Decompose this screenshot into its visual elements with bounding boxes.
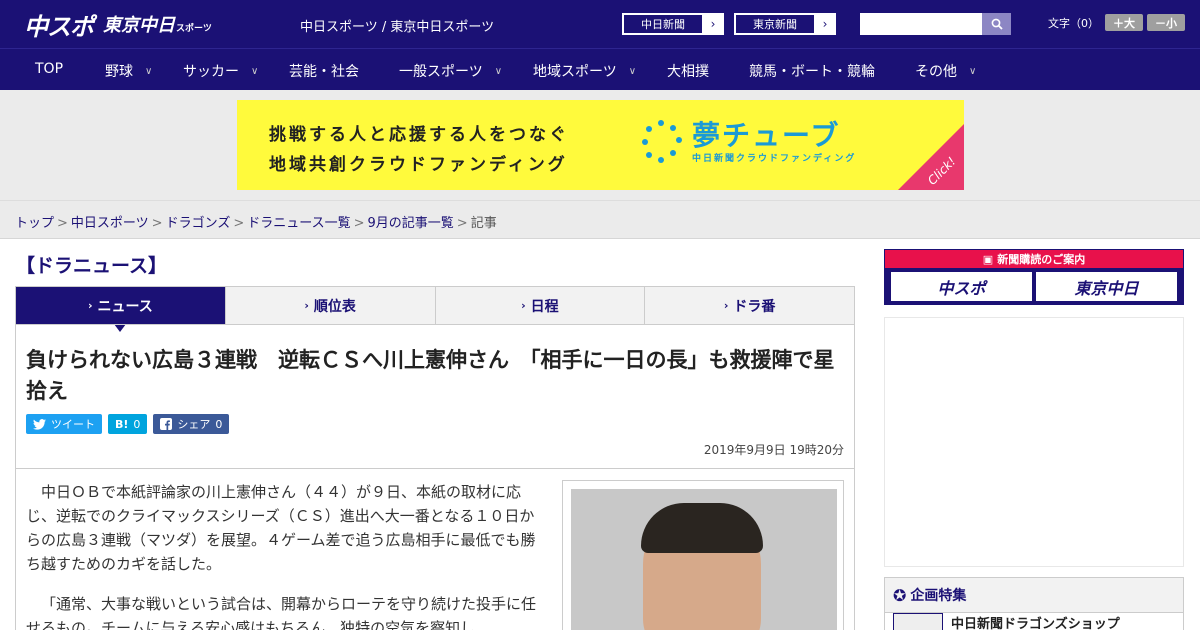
feature-box: ✪ 企画特集 中日新聞ドラゴンズショップ (884, 577, 1184, 630)
chevron-down-icon: ∨ (145, 65, 153, 77)
tokyo-chunichi-subscribe-logo[interactable]: 東京中日 (1036, 272, 1177, 301)
article-date: 2019年9月9日 19時20分 (703, 443, 844, 457)
nav-item-sumo[interactable]: 大相撲 (667, 61, 709, 81)
chevron-right-icon: › (304, 299, 309, 312)
chevron-right-icon: › (710, 17, 716, 31)
search-button[interactable] (982, 13, 1011, 35)
font-size-label: 文字（0） (1048, 16, 1099, 30)
yume-tube-logo: 夢チューブ 中日新聞クラウドファンディング (642, 120, 856, 164)
feature-thumbnail (893, 613, 943, 630)
paper-button-label: 中日新聞 (623, 14, 703, 34)
search-input[interactable] (860, 13, 982, 35)
tab-schedule[interactable]: › 日程 (434, 287, 645, 324)
nav-item-general-sports[interactable]: 一般スポーツ ∨ (399, 61, 502, 81)
article: 負けられない広島３連戦 逆転ＣＳへ川上憲伸さん 「相手に一日の長」も救援陣で星拾… (15, 324, 855, 630)
article-body: 中日ＯＢで本紙評論家の川上憲伸さん（４４）が９日、本紙の取材に応じ、逆転でのクラ… (26, 480, 541, 630)
award-ribbon-icon: ✪ (893, 585, 907, 605)
feature-item[interactable]: 中日新聞ドラゴンズショップ (885, 613, 1183, 630)
logo-chuspo: 中スポ (24, 12, 94, 41)
ad-banner-area: 挑戦する人と応援する人をつなぐ 地域共創クラウドファンディング 夢チューブ 中日… (0, 90, 1200, 200)
banner-text: 挑戦する人と応援する人をつなぐ 地域共創クラウドファンディング (269, 125, 569, 175)
chevron-right-icon: › (822, 17, 828, 31)
dots-icon (642, 120, 686, 164)
twitter-icon (33, 418, 46, 430)
site-links[interactable]: 中日スポーツ / 東京中日スポーツ (300, 16, 494, 35)
site-logo[interactable]: 中スポ 東京中日スポーツ (24, 8, 212, 41)
subscription-logos: 中スポ 東京中日 (885, 268, 1183, 305)
nav-item-baseball[interactable]: 野球 ∨ (105, 61, 152, 81)
sidebar-ad-space (884, 317, 1184, 567)
nav-item-racing[interactable]: 競馬・ボート・競輪 (749, 61, 875, 81)
feature-heading: ✪ 企画特集 (885, 578, 1183, 613)
crowdfunding-banner[interactable]: 挑戦する人と応援する人をつなぐ 地域共創クラウドファンディング 夢チューブ 中日… (237, 100, 964, 190)
tweet-button[interactable]: ツイート (26, 414, 102, 434)
breadcrumb-dra-news-list[interactable]: ドラニュース一覧 (247, 216, 350, 231)
search-icon (991, 18, 1003, 30)
nav-item-top[interactable]: TOP (35, 61, 63, 77)
top-header: 中スポ 東京中日スポーツ 中日スポーツ / 東京中日スポーツ 中日新聞 › 東京… (0, 0, 1200, 48)
breadcrumb-chunichi-sports[interactable]: 中日スポーツ (71, 216, 149, 231)
article-paragraph: 中日ＯＢで本紙評論家の川上憲伸さん（４４）が９日、本紙の取材に応じ、逆転でのクラ… (26, 483, 536, 573)
breadcrumb-september-list[interactable]: 9月の記事一覧 (368, 216, 454, 231)
facebook-icon (160, 418, 173, 430)
nav-item-local-sports[interactable]: 地域スポーツ ∨ (533, 61, 636, 81)
news-tabs: › ニュース › 順位表 › 日程 › ドラ番 (15, 286, 855, 332)
breadcrumb: トップ > 中日スポーツ > ドラゴンズ > ドラニュース一覧 >9月の記事一覧 > 記事 (15, 216, 497, 231)
nav-item-entertainment[interactable]: 芸能・社会 (289, 61, 359, 81)
search-form (860, 13, 1011, 35)
chevron-down-icon: ∨ (251, 65, 259, 77)
breadcrumb-current: 記事 (470, 216, 497, 231)
subscription-title: ▣ 新聞購読のご案内 (885, 250, 1183, 268)
chevron-right-icon: › (723, 299, 729, 312)
tokyo-shimbun-button[interactable]: 東京新聞 › (734, 13, 836, 35)
font-size-up-button[interactable]: ＋大 (1105, 14, 1143, 31)
tab-news[interactable]: › ニュース (16, 287, 225, 332)
chuspo-subscribe-logo[interactable]: 中スポ (891, 272, 1032, 301)
breadcrumb-bar: トップ > 中日スポーツ > ドラゴンズ > ドラニュース一覧 >9月の記事一覧 > 記事 (0, 200, 1200, 239)
chevron-down-icon: ∨ (494, 65, 503, 77)
article-photo-frame (562, 480, 844, 630)
chevron-down-icon: ∨ (628, 65, 637, 77)
social-buttons: ツイート B! 0 シェア 0 (26, 414, 235, 434)
tab-dora-ban[interactable]: › ドラ番 (644, 287, 854, 324)
font-size-control: 文字（0） ＋大 －小 (1048, 14, 1185, 31)
section-title: 【ドラニュース】 (16, 255, 168, 277)
chevron-right-icon: › (87, 299, 93, 312)
chunichi-shimbun-button[interactable]: 中日新聞 › (622, 13, 724, 35)
main-nav: TOP 野球 ∨ サッカー ∨ 芸能・社会 一般スポーツ ∨ 地域スポーツ ∨ 大相撲 … (0, 48, 1200, 90)
newspaper-icon: ▣ (982, 252, 994, 266)
chevron-down-icon: ∨ (969, 65, 977, 77)
portrait-hair (641, 503, 763, 553)
nav-item-other[interactable]: その他 ∨ (915, 61, 976, 81)
breadcrumb-top[interactable]: トップ (15, 216, 54, 231)
chevron-right-icon: › (521, 299, 526, 312)
font-size-down-button[interactable]: －小 (1147, 14, 1185, 31)
tab-standings[interactable]: › 順位表 (224, 287, 435, 324)
paper-button-label: 東京新聞 (735, 14, 815, 34)
logo-tokyo-chunichi: 東京中日スポーツ (103, 15, 212, 36)
hatena-bookmark-button[interactable]: B! 0 (108, 414, 148, 434)
subscription-banner[interactable]: ▣ 新聞購読のご案内 中スポ 東京中日 (884, 249, 1184, 305)
breadcrumb-dragons[interactable]: ドラゴンズ (166, 216, 231, 231)
facebook-share-button[interactable]: シェア 0 (153, 414, 230, 434)
nav-item-soccer[interactable]: サッカー ∨ (183, 61, 258, 81)
divider (16, 468, 854, 469)
hatena-icon: B! (115, 417, 129, 431)
article-headline: 負けられない広島３連戦 逆転ＣＳへ川上憲伸さん 「相手に一日の長」も救援陣で星拾… (26, 348, 835, 403)
article-paragraph: 「通常、大事な戦いという試合は、開幕からローテを守り続けた投手に任せるもの。チー… (26, 595, 537, 630)
article-photo[interactable] (571, 489, 837, 630)
